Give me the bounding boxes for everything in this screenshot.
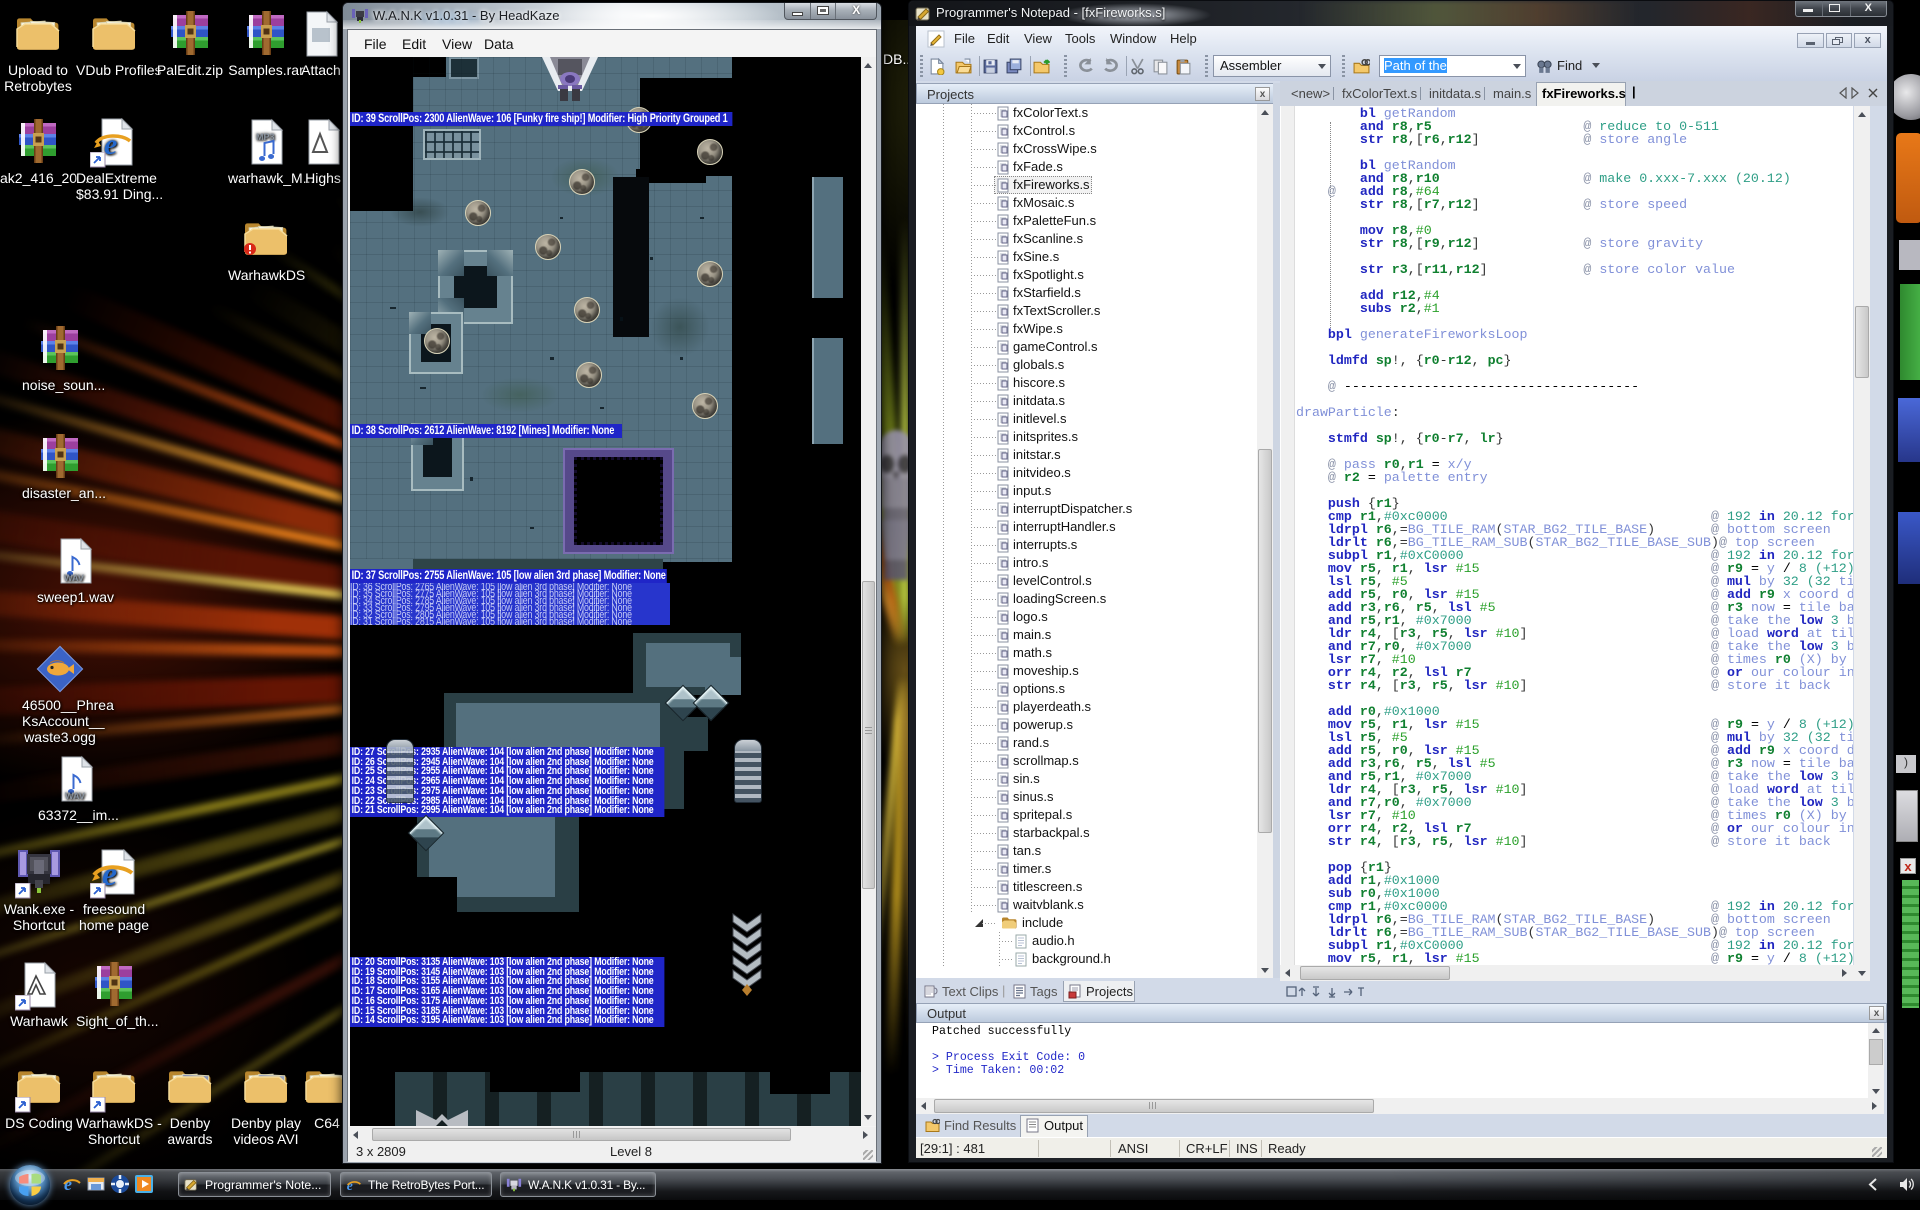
svg-text:WAV: WAV xyxy=(64,573,84,583)
svg-text:WAV: WAV xyxy=(65,791,85,801)
svg-text:e: e xyxy=(347,1177,353,1192)
